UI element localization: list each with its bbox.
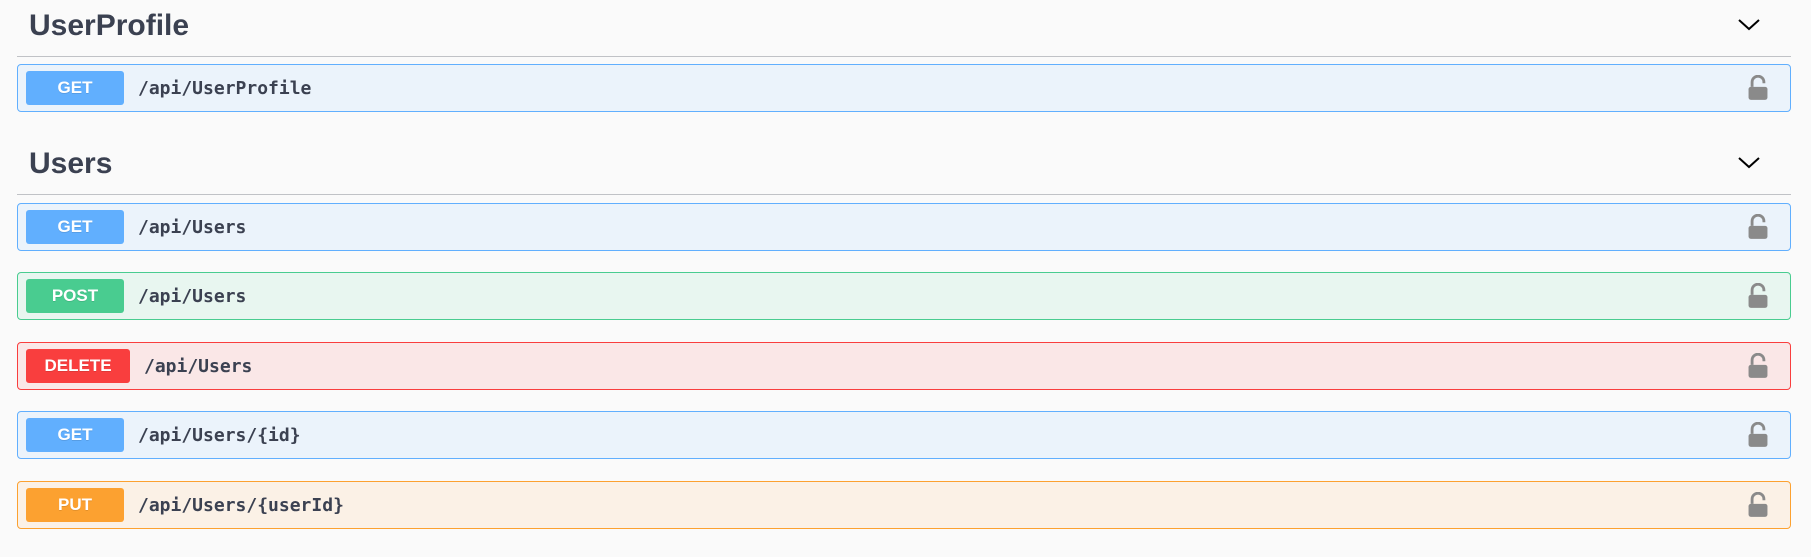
operation-put-user-by-userid[interactable]: PUT /api/Users/{userId}	[17, 481, 1791, 529]
tag-section-users: Users	[17, 138, 1791, 195]
chevron-down-icon[interactable]	[1737, 13, 1761, 37]
operation-post-users[interactable]: POST /api/Users	[17, 272, 1791, 320]
lock-icon[interactable]	[1746, 214, 1770, 240]
tag-header-userprofile[interactable]: UserProfile	[17, 0, 1791, 57]
lock-icon[interactable]	[1746, 75, 1770, 101]
method-badge: PUT	[26, 488, 124, 522]
method-badge: GET	[26, 418, 124, 452]
tag-title: Users	[29, 147, 113, 180]
endpoint-path: /api/Users/{userId}	[138, 494, 344, 516]
chevron-down-icon[interactable]	[1737, 151, 1761, 175]
lock-icon[interactable]	[1746, 353, 1770, 379]
operation-get-users[interactable]: GET /api/Users	[17, 203, 1791, 251]
lock-icon[interactable]	[1746, 492, 1770, 518]
method-badge: POST	[26, 279, 124, 313]
swagger-operations-view: UserProfile GET /api/UserProfile Users G…	[0, 0, 1811, 557]
method-badge: DELETE	[26, 349, 130, 383]
tag-title: UserProfile	[29, 9, 190, 42]
method-badge: GET	[26, 71, 124, 105]
operation-delete-users[interactable]: DELETE /api/Users	[17, 342, 1791, 390]
endpoint-path: /api/Users	[144, 355, 253, 377]
endpoint-path: /api/UserProfile	[138, 77, 312, 99]
operation-get-user-by-id[interactable]: GET /api/Users/{id}	[17, 411, 1791, 459]
endpoint-path: /api/Users/{id}	[138, 424, 301, 446]
method-badge: GET	[26, 210, 124, 244]
lock-icon[interactable]	[1746, 422, 1770, 448]
endpoint-path: /api/Users	[138, 216, 247, 238]
operation-get-userprofile[interactable]: GET /api/UserProfile	[17, 64, 1791, 112]
tag-header-users[interactable]: Users	[17, 138, 1791, 195]
tag-section-userprofile: UserProfile	[17, 0, 1791, 57]
lock-icon[interactable]	[1746, 283, 1770, 309]
endpoint-path: /api/Users	[138, 285, 247, 307]
